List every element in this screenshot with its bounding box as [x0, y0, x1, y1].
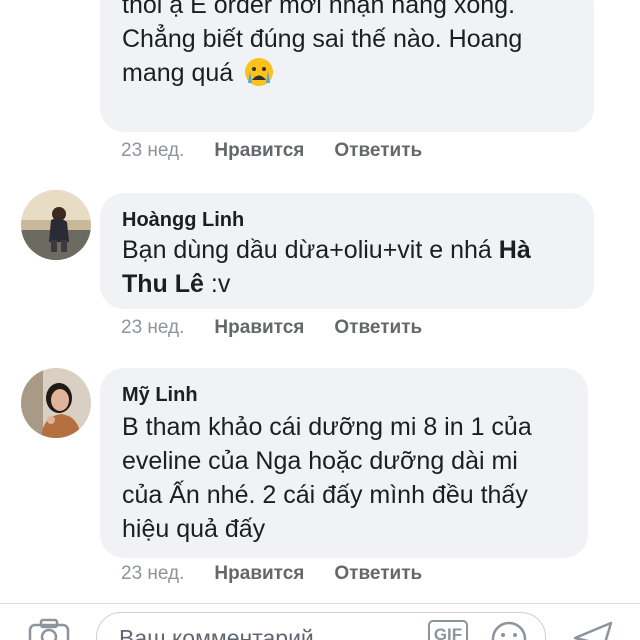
reply-button[interactable]: Ответить: [334, 317, 422, 339]
avatar[interactable]: [21, 368, 91, 438]
reply-button[interactable]: Ответить: [334, 563, 422, 585]
comment-time: 23 нед.: [121, 140, 185, 161]
comment-time: 23 нед.: [121, 563, 185, 584]
like-button[interactable]: Нравится: [214, 317, 304, 339]
comment-composer: Ваш комментарий GIF: [0, 603, 640, 640]
comment-bubble: Mỹ Linh B tham khảo cái dưỡng mi 8 in 1 …: [100, 368, 588, 558]
comment-text: Bạn dùng dầu dừa+oliu+vit e nhá Hà Thu L…: [122, 233, 531, 301]
comment-text-line: thôi ạ E order mới nhận hàng xong.: [122, 0, 516, 19]
camera-icon[interactable]: [28, 618, 70, 640]
comment-bubble: Hoàngg Linh Bạn dùng dầu dừa+oliu+vit e …: [100, 193, 594, 309]
comment-text-line: của Ấn nhé. 2 cái đấy mình đều thấy: [122, 481, 528, 509]
reply-button[interactable]: Ответить: [334, 140, 422, 162]
comment-author[interactable]: Hoàngg Linh: [122, 209, 244, 232]
gif-icon[interactable]: GIF: [428, 620, 468, 640]
like-button[interactable]: Нравится: [214, 563, 304, 585]
comment-author[interactable]: Mỹ Linh: [122, 384, 198, 407]
comment-text-part: :v: [203, 270, 231, 298]
comment-text: thôi ạ E order mới nhận hàng xong. Chẳng…: [122, 0, 522, 90]
avatar-photo-icon: [21, 368, 91, 438]
avatar-photo-icon: [21, 190, 91, 260]
comment-input[interactable]: Ваш комментарий: [96, 612, 546, 640]
like-button[interactable]: Нравится: [214, 140, 304, 162]
comment-text-line: Chẳng biết đúng sai thế nào. Hoang: [122, 25, 523, 53]
comment-meta: 23 нед. Нравится Ответить: [121, 317, 452, 339]
crying-face-emoji-icon: [245, 58, 274, 86]
send-icon[interactable]: [572, 620, 614, 640]
comment-bubble: thôi ạ E order mới nhận hàng xong. Chẳng…: [100, 0, 594, 132]
comment-text-line: Thu Lê :v: [122, 267, 531, 301]
comment-text-line: hiệu quả đấy: [122, 515, 266, 543]
avatar[interactable]: [21, 190, 91, 260]
comment-text-line: Bạn dùng dầu dừa+oliu+vit e nhá Hà: [122, 233, 531, 267]
comment-text-line: mang quá: [122, 59, 234, 87]
comment-text-part: Bạn dùng dầu dừa+oliu+vit e nhá: [122, 236, 492, 264]
comment-text-line: B tham khảo cái dưỡng mi 8 in 1 của: [122, 413, 532, 441]
mention-link[interactable]: Thu Lê: [122, 270, 204, 298]
comment-time: 23 нед.: [121, 317, 185, 338]
comment-meta: 23 нед. Нравится Ответить: [121, 563, 452, 585]
emoji-icon[interactable]: [490, 620, 528, 640]
mention-link[interactable]: Hà: [499, 236, 531, 264]
comment-text-line: eveline của Nga hoặc dưỡng dài mi: [122, 447, 518, 475]
comment-text-line: mang quá: [122, 56, 522, 90]
comment-text: B tham khảo cái dưỡng mi 8 in 1 của evel…: [122, 410, 532, 546]
comment-meta: 23 нед. Нравится Ответить: [121, 140, 452, 162]
